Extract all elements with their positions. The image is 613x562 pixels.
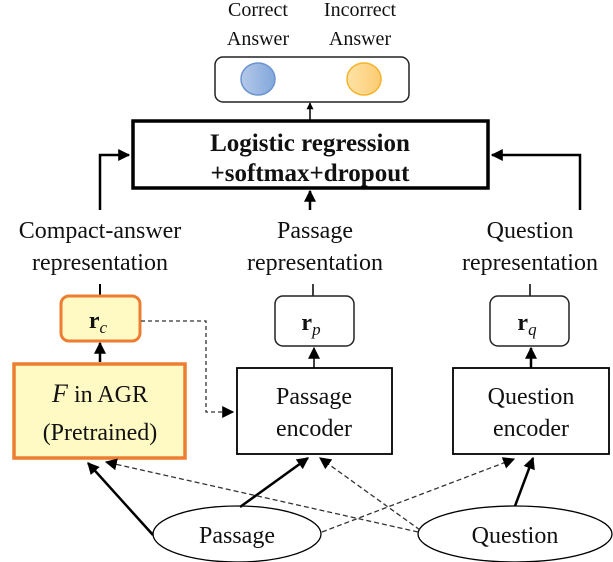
arrow-question-to-question-encoder bbox=[513, 456, 535, 507]
symbol-r: r bbox=[517, 310, 528, 336]
passage-repr-label-line2: representation bbox=[247, 250, 383, 276]
classifier-label-line2: +softmax+dropout bbox=[211, 160, 411, 187]
question-encoder-label-line2: encoder bbox=[493, 416, 569, 442]
passage-encoder-label-line2: encoder bbox=[276, 416, 352, 442]
incorrect-answer-label-line2: Answer bbox=[329, 28, 392, 50]
arrow-passage-to-agr bbox=[87, 462, 154, 536]
passage-input-label: Passage bbox=[199, 523, 275, 549]
question-repr-label-line2: representation bbox=[462, 250, 598, 276]
correct-answer-label-line1: Correct bbox=[228, 0, 288, 21]
compact-repr-label-line2: representation bbox=[32, 250, 168, 276]
dashed-arrow-question-to-passage-encoder bbox=[319, 457, 421, 531]
agr-architecture-diagram: Correct Answer Incorrect Answer Logistic… bbox=[12, 0, 613, 562]
passage-repr-label-line1: Passage bbox=[277, 218, 353, 244]
question-encoder-label-line1: Question bbox=[488, 384, 575, 410]
classifier-label-line1: Logistic regression bbox=[210, 130, 410, 157]
arrow-question-to-classifier bbox=[490, 149, 582, 210]
passage-encoder-label-line1: Passage bbox=[276, 384, 352, 410]
incorrect-answer-node bbox=[346, 62, 382, 96]
agr-module-label-line2: (Pretrained) bbox=[43, 420, 158, 446]
correct-answer-label-line2: Answer bbox=[227, 28, 290, 50]
agr-name: in AGR bbox=[68, 382, 148, 408]
question-input-label: Question bbox=[472, 523, 559, 549]
incorrect-answer-label-line1: Incorrect bbox=[324, 0, 397, 21]
compact-repr-label-line1: Compact-answer bbox=[19, 218, 182, 244]
symbol-r: r bbox=[301, 310, 312, 336]
subscript-p: p bbox=[311, 320, 321, 339]
subscript-c: c bbox=[100, 318, 108, 337]
symbol-r: r bbox=[89, 308, 100, 334]
agr-function-symbol: F bbox=[51, 379, 69, 408]
question-repr-label-line1: Question bbox=[487, 218, 574, 244]
subscript-q: q bbox=[528, 320, 537, 339]
correct-answer-node bbox=[240, 62, 276, 96]
arrow-compact-to-classifier bbox=[98, 149, 131, 210]
agr-module-label-line1: F in AGR bbox=[51, 379, 148, 408]
